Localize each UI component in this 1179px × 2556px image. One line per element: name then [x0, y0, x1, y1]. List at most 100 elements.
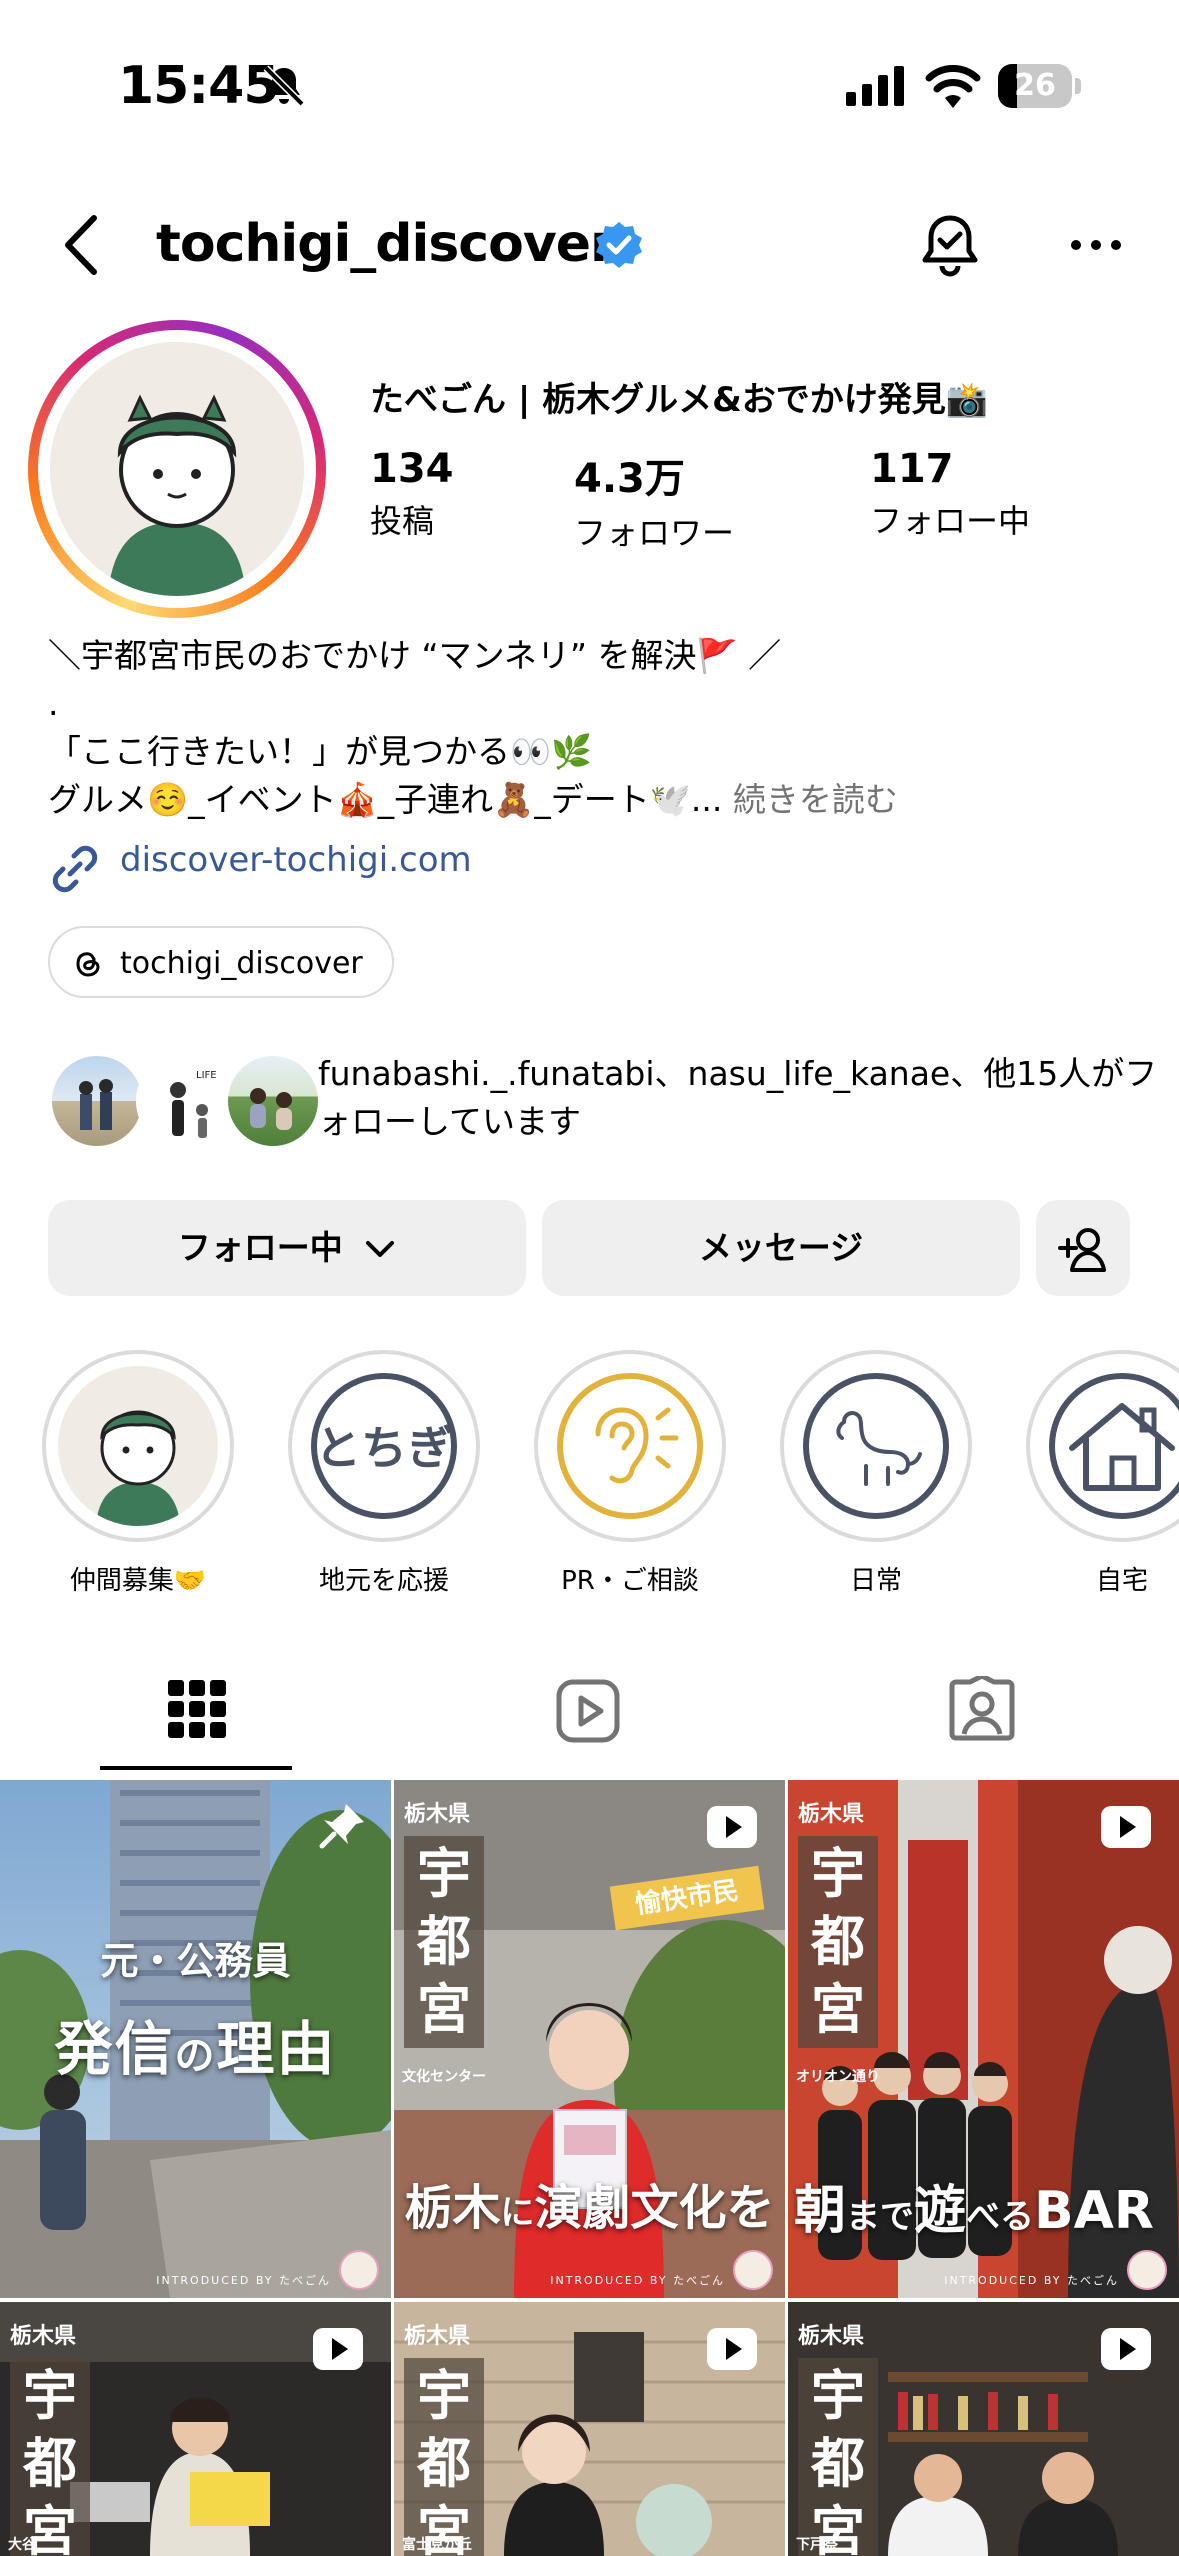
svg-text:LIFE: LIFE [196, 1070, 217, 1081]
threads-icon [76, 952, 100, 977]
bio-line-text: グルメ☺️_イベント🎪_子連れ🧸_デート🕊️... [48, 780, 733, 819]
post-credit: INTRODUCED BY たべごん [550, 2274, 725, 2287]
post-location: オリオン通り [796, 2069, 880, 2085]
post-caption-part: 遊 [914, 2181, 967, 2241]
highlight-item[interactable]: 自宅 [1026, 1350, 1179, 1597]
avatar-illustration [50, 342, 304, 596]
pinned-post-icon [319, 1804, 364, 1849]
profile-username: tochigi_discover [156, 214, 616, 274]
following-button[interactable]: フォロー中 [48, 1200, 526, 1296]
post-caption-part: BAR [1034, 2181, 1154, 2241]
following-count-value: 117 [870, 446, 954, 492]
post-caption-part: に [500, 2193, 535, 2233]
ear-icon [557, 1373, 703, 1519]
post-thumbnail[interactable]: 栃木県 宇都宮 下戸祭 [788, 2302, 1179, 2556]
post-caption-line: 朝まで遊べるBAR [794, 2168, 1179, 2243]
post-city: 宇都宮 [10, 2358, 90, 2556]
profile-tabs [0, 1648, 1179, 1774]
highlight-label: 日常 [849, 1566, 902, 1596]
mutual-follower-avatar [224, 1052, 322, 1150]
highlight-label: 自宅 [1095, 1566, 1148, 1596]
mutual-follower-avatar [48, 1052, 146, 1150]
message-button[interactable]: メッセージ [542, 1200, 1020, 1296]
post-caption-part: 栃木 [404, 2180, 501, 2236]
post-city: 宇都宮 [798, 1836, 878, 2048]
post-caption-line: 元・公務員 [100, 1939, 291, 1983]
highlight-item[interactable]: PR・ご相談 [534, 1350, 726, 1597]
post-city: 宇都宮 [404, 2358, 484, 2556]
post-prefecture: 栃木県 [10, 2324, 77, 2349]
profile-avatar[interactable] [28, 320, 326, 618]
profile-header: tochigi_discover [0, 190, 1179, 300]
notifications-bell-icon[interactable] [914, 210, 986, 282]
highlight-item[interactable]: 仲間募集🤝 [42, 1350, 234, 1597]
post-prefecture: 栃木県 [798, 1802, 865, 1827]
following-count-label: フォロー中 [870, 502, 1031, 540]
highlight-item[interactable]: 日常 [780, 1350, 972, 1597]
posts-count-value: 134 [370, 446, 454, 492]
status-time: 15:45 [118, 56, 280, 116]
status-bar: 15:45 26 [0, 0, 1179, 170]
posts-count[interactable]: 134 投稿 [370, 446, 454, 542]
tochigi-badge-icon: とちぎ [311, 1373, 457, 1519]
post-city: 宇都宮 [404, 1836, 484, 2048]
post-caption-part: 発信 [54, 2015, 175, 2083]
highlight-item[interactable]: とちぎ 地元を応援 [288, 1350, 480, 1597]
battery-percentage: 26 [1014, 68, 1056, 103]
followers-count-value: 4.3万 [574, 456, 685, 502]
more-options-icon[interactable] [1068, 230, 1124, 260]
bio-line: ＼宇都宮市民のおでかけ “マンネリ” を解決🚩 ／ [48, 636, 782, 675]
reel-play-icon [1101, 1806, 1151, 1848]
post-caption-part: 朝 [794, 2181, 847, 2241]
threads-profile-button[interactable]: tochigi_discover [48, 926, 394, 998]
post-caption-line: 栃木に演劇文化を [394, 2168, 785, 2238]
tagged-icon [949, 1676, 1015, 1741]
post-caption-part: まで [846, 2197, 915, 2237]
grid-icon [168, 1680, 226, 1738]
post-thumbnail[interactable]: 栃木県 宇都宮 オリオン通り 朝まで遊べるBAR INTRODUCED BY た… [788, 1780, 1179, 2298]
highlight-label: PR・ご相談 [561, 1566, 699, 1596]
bio-line-last: グルメ☺️_イベント🎪_子連れ🧸_デート🕊️... 続きを読む [48, 776, 1138, 824]
battery-icon: 26 [998, 64, 1081, 108]
read-more-link[interactable]: 続きを読む [733, 780, 898, 819]
post-caption-line: 発信の理由 [0, 2002, 391, 2086]
tab-reels[interactable] [393, 1648, 786, 1770]
bell-off-icon [263, 65, 305, 107]
active-tab-indicator [100, 1766, 292, 1770]
post-caption-part: の [174, 2033, 217, 2079]
profile-display-name: たべごん | 栃木グルメ&おでかけ発見📸 [370, 380, 989, 420]
post-thumbnail[interactable]: 栃木県 宇都宮 大谷 [0, 2302, 391, 2556]
back-arrow-icon[interactable] [56, 210, 106, 280]
creator-avatar [1127, 2250, 1167, 2290]
verified-badge-icon [596, 222, 642, 268]
post-prefecture: 栃木県 [404, 2324, 471, 2349]
mutual-followers[interactable]: LIFE funabashi._.funatabi、nasu_life_kana… [48, 1050, 1158, 1160]
followers-count[interactable]: 4.3万 フォロワー [574, 446, 734, 554]
message-button-label: メッセージ [698, 1228, 864, 1267]
post-thumbnail[interactable]: 栃木県 宇都宮 富士見が丘 [394, 2302, 785, 2556]
post-caption-part: 演劇文化を [534, 2180, 775, 2236]
post-credit: INTRODUCED BY たべごん [156, 2274, 331, 2287]
post-thumbnail[interactable]: 栃木県 宇都宮 文化センター 愉快市民 栃木に演劇文化を INTRODUCED … [394, 1780, 785, 2298]
tab-posts-grid[interactable] [0, 1648, 393, 1770]
reel-play-icon [707, 1806, 757, 1848]
post-location: 文化センター [402, 2069, 486, 2085]
mutual-follower-avatar: LIFE [136, 1052, 234, 1150]
profile-bio: ＼宇都宮市民のおでかけ “マンネリ” を解決🚩 ／ . 「ここ行きたい！」が見つ… [48, 632, 1138, 824]
threads-username: tochigi_discover [120, 946, 363, 981]
highlight-label: 地元を応援 [318, 1566, 449, 1596]
following-count[interactable]: 117 フォロー中 [870, 446, 1030, 542]
highlight-label: 仲間募集🤝 [69, 1566, 207, 1596]
post-location: 下戸祭 [796, 2537, 838, 2553]
creator-avatar [733, 2250, 773, 2290]
post-location: 富士見が丘 [402, 2537, 472, 2553]
post-thumbnail[interactable]: 元・公務員 発信の理由 INTRODUCED BY たべごん [0, 1780, 391, 2298]
tab-tagged[interactable] [786, 1648, 1179, 1770]
suggested-users-button[interactable] [1036, 1200, 1130, 1296]
story-highlights: 仲間募集🤝 とちぎ 地元を応援 PR・ご相談 日常 自宅 [0, 1350, 1179, 1600]
wifi-icon [925, 65, 981, 108]
creator-avatar [339, 2250, 379, 2290]
post-caption-part: 理由 [216, 2015, 337, 2083]
avatar-illustration [96, 1410, 180, 1526]
add-user-icon [1058, 1228, 1106, 1272]
